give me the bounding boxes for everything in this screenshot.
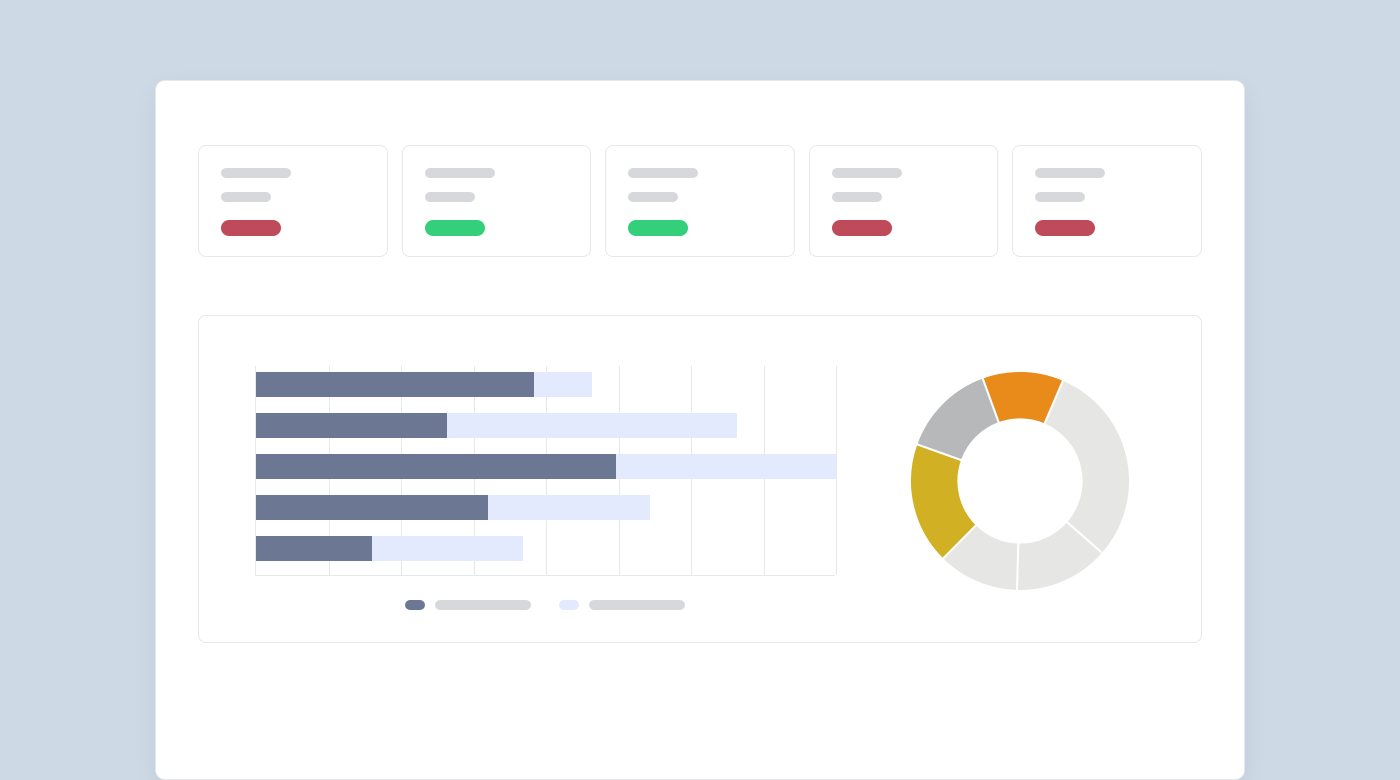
status-badge xyxy=(425,220,485,236)
stat-value-placeholder xyxy=(1035,192,1085,202)
legend-label-placeholder xyxy=(589,600,685,610)
donut-segment xyxy=(1044,380,1130,554)
bar-primary xyxy=(256,413,447,438)
legend-swatch xyxy=(405,600,425,610)
stat-value-placeholder xyxy=(832,192,882,202)
stat-value-placeholder xyxy=(221,192,271,202)
bar-chart xyxy=(255,366,835,576)
donut-chart xyxy=(905,366,1135,596)
stat-title-placeholder xyxy=(221,168,291,178)
legend-item-primary xyxy=(405,600,531,610)
status-badge xyxy=(832,220,892,236)
stat-title-placeholder xyxy=(1035,168,1105,178)
bar-row xyxy=(256,413,836,438)
stat-value-placeholder xyxy=(628,192,678,202)
stat-card-4[interactable] xyxy=(809,145,999,257)
status-badge xyxy=(1035,220,1095,236)
bar-primary xyxy=(256,454,616,479)
bar-row xyxy=(256,495,836,520)
bar-chart-block xyxy=(255,366,835,610)
bar-primary xyxy=(256,495,488,520)
bar-chart-legend xyxy=(255,600,835,610)
stat-card-5[interactable] xyxy=(1012,145,1202,257)
dashboard-panel xyxy=(155,80,1245,780)
charts-card xyxy=(198,315,1202,643)
legend-label-placeholder xyxy=(435,600,531,610)
stat-title-placeholder xyxy=(628,168,698,178)
bar-row xyxy=(256,536,836,561)
stat-title-placeholder xyxy=(832,168,902,178)
bar-row xyxy=(256,454,836,479)
donut-chart-wrap xyxy=(895,366,1145,596)
stats-row xyxy=(198,145,1202,257)
donut-segment xyxy=(916,378,999,461)
stat-title-placeholder xyxy=(425,168,495,178)
bar-primary xyxy=(256,536,372,561)
stat-card-3[interactable] xyxy=(605,145,795,257)
bar-row xyxy=(256,372,836,397)
legend-swatch xyxy=(559,600,579,610)
bar-primary xyxy=(256,372,534,397)
stat-card-2[interactable] xyxy=(402,145,592,257)
status-badge xyxy=(628,220,688,236)
legend-item-secondary xyxy=(559,600,685,610)
status-badge xyxy=(221,220,281,236)
stat-value-placeholder xyxy=(425,192,475,202)
stat-card-1[interactable] xyxy=(198,145,388,257)
